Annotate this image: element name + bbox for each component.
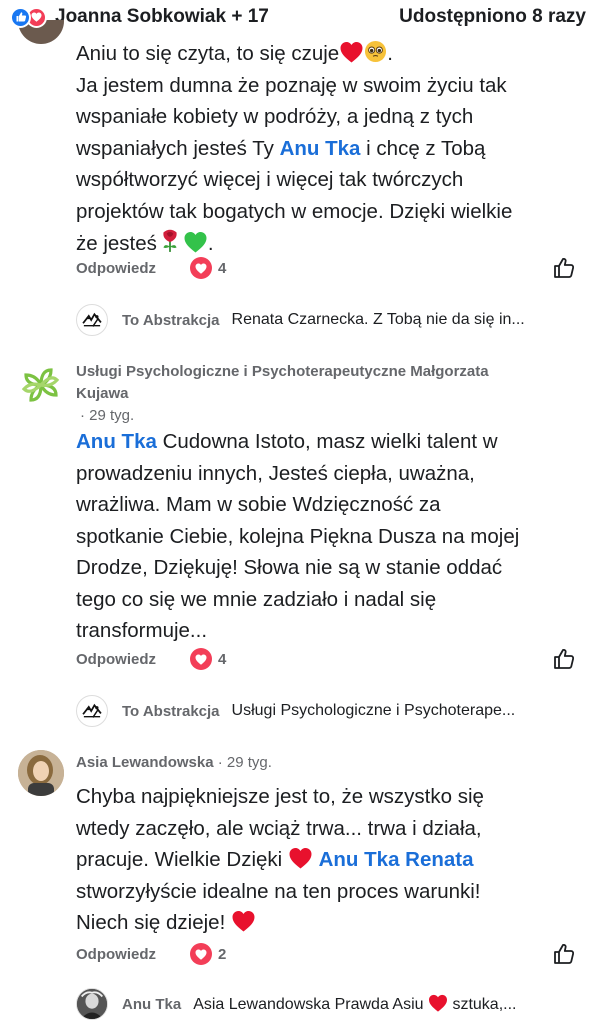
- comment-text-line: Aniu to się czyta, to się czuje: [76, 42, 340, 65]
- reply-author[interactable]: To Abstrakcja: [122, 312, 220, 329]
- comment-text-line: wrażliwa. Mam w sobie Wdzięczność za: [76, 493, 441, 516]
- comment-header: Asia Lewandowska · 29 tyg.: [76, 752, 576, 774]
- reply-text: Asia Lewandowska Prawda Asiu sztuka,...: [193, 994, 517, 1013]
- red-heart-emoji-icon: [428, 994, 448, 1012]
- reply-author[interactable]: To Abstrakcja: [122, 703, 220, 720]
- like-reaction-icon: [10, 6, 31, 28]
- comment-text: Aniu to się czyta, to się czuje. Ja jest…: [76, 40, 513, 255]
- reply-text: Usługi Psychologiczne i Psychoterape...: [231, 702, 516, 719]
- reaction-count[interactable]: 4: [190, 648, 226, 670]
- commenter-avatar[interactable]: [18, 362, 64, 408]
- reply-button[interactable]: Odpowiedz: [76, 946, 156, 963]
- comment-time[interactable]: · 29 tyg.: [218, 754, 272, 771]
- love-reaction-icon: [190, 648, 212, 670]
- reply-preview[interactable]: To Abstrakcja Usługi Psychologiczne i Ps…: [76, 693, 586, 729]
- reaction-count-value: 4: [218, 259, 227, 277]
- shares-count[interactable]: Udostępniono 8 razy: [399, 6, 586, 28]
- comment-author[interactable]: Usługi Psychologiczne i Psychoterapeutyc…: [76, 361, 576, 383]
- reaction-count-value: 4: [218, 650, 227, 668]
- comment-text-line: Niech się dzieje!: [76, 911, 226, 934]
- comment-text-line: Drodze, Dziękuję! Słowa nie są w stanie …: [76, 556, 503, 579]
- love-reaction-icon: [190, 943, 212, 965]
- love-reaction-icon: [190, 257, 212, 279]
- comment-actions: Odpowiedz 4: [76, 254, 586, 282]
- like-thumb-icon[interactable]: [552, 256, 576, 280]
- comment-text-line: pracuje. Wielkie Dzięki: [76, 848, 283, 871]
- reactors-names[interactable]: Joanna Sobkowiak + 17: [55, 6, 269, 28]
- comment-author[interactable]: Kujawa: [76, 383, 576, 405]
- reply-button[interactable]: Odpowiedz: [76, 651, 156, 668]
- person-photo-icon: [18, 750, 64, 796]
- rose-emoji-icon: [163, 229, 177, 252]
- comment-text-line: .: [207, 232, 214, 255]
- reply-avatar: [76, 304, 108, 336]
- like-thumb-icon[interactable]: [552, 942, 576, 966]
- green-heart-emoji-icon: [184, 232, 207, 253]
- comment-text-line: wspaniałych jesteś Ty: [76, 136, 274, 160]
- comment-text-line: że jesteś: [76, 232, 157, 255]
- mention-link[interactable]: Anu Tka: [280, 137, 361, 160]
- red-heart-emoji-icon: [231, 910, 256, 932]
- comment-text-line: współtworzyć więcej i więcej tak twórczy…: [76, 168, 464, 191]
- like-thumb-icon[interactable]: [552, 647, 576, 671]
- comment-text-line: Cudowna Istoto, masz wielki talent w: [162, 430, 498, 453]
- comment-text-line: stworzyłyście idealne na ten proces waru…: [76, 879, 481, 903]
- comment-author[interactable]: Asia Lewandowska: [76, 754, 214, 771]
- comment-text-line: Ja jestem dumna że poznaję w swoim życiu…: [76, 73, 507, 97]
- comment-text-line: i chcę z Tobą: [366, 136, 486, 160]
- comment-time[interactable]: · 29 tyg.: [80, 405, 576, 427]
- comment-actions: Odpowiedz 2: [76, 940, 586, 968]
- reply-text: Renata Czarnecka. Z Tobą nie da się in..…: [231, 311, 525, 328]
- red-heart-emoji-icon: [339, 41, 364, 63]
- comment-text-line: projektów tak bogatych w emocje. Dzięki …: [76, 199, 513, 223]
- reply-avatar: [76, 695, 108, 727]
- mention-link[interactable]: Anu Tka: [76, 430, 157, 453]
- comment-actions: Odpowiedz 4: [76, 645, 586, 673]
- reply-author[interactable]: Anu Tka: [122, 996, 181, 1013]
- comment-text-line: transformuje...: [76, 619, 208, 642]
- red-heart-emoji-icon: [288, 847, 313, 869]
- reaction-count[interactable]: 4: [190, 257, 226, 279]
- reaction-icons: [10, 6, 47, 28]
- reply-preview[interactable]: Anu Tka Asia Lewandowska Prawda Asiu szt…: [76, 986, 586, 1022]
- reaction-count-value: 2: [218, 945, 227, 963]
- comment-text-line: tego co się we mnie zadziało i nadal się: [76, 587, 437, 611]
- comment-text-line: prowadzeniu innych, Jesteś ciepła, uważn…: [76, 461, 475, 485]
- reply-button[interactable]: Odpowiedz: [76, 260, 156, 277]
- reply-preview[interactable]: To Abstrakcja Renata Czarnecka. Z Tobą n…: [76, 302, 586, 338]
- flower-logo-icon: [19, 363, 63, 407]
- comment-text-line: spotkanie Ciebie, kolejna Piękna Dusza n…: [76, 524, 520, 548]
- comment-header: Usługi Psychologiczne i Psychoterapeutyc…: [76, 361, 576, 427]
- comment-text-line: Chyba najpiękniejsze jest to, że wszystk…: [76, 785, 484, 808]
- commenter-avatar[interactable]: [18, 750, 64, 796]
- comment-text-line: wtedy zaczęło, ale wciąż trwa... trwa i …: [76, 816, 482, 840]
- comment-text-line: wspaniałe kobiety w podróży, a jedną z t…: [76, 105, 474, 128]
- comment-text: Anu Tka Cudowna Istoto, masz wielki tale…: [76, 426, 586, 647]
- reaction-count[interactable]: 2: [190, 943, 226, 965]
- pleading-face-emoji-icon: [365, 40, 387, 63]
- comment-text: Chyba najpiękniejsze jest to, że wszystk…: [76, 781, 586, 939]
- mention-link[interactable]: Anu Tka Renata: [319, 848, 474, 871]
- reply-avatar: [76, 988, 108, 1020]
- reactions-summary-bar[interactable]: Joanna Sobkowiak + 17 Udostępniono 8 raz…: [0, 0, 600, 34]
